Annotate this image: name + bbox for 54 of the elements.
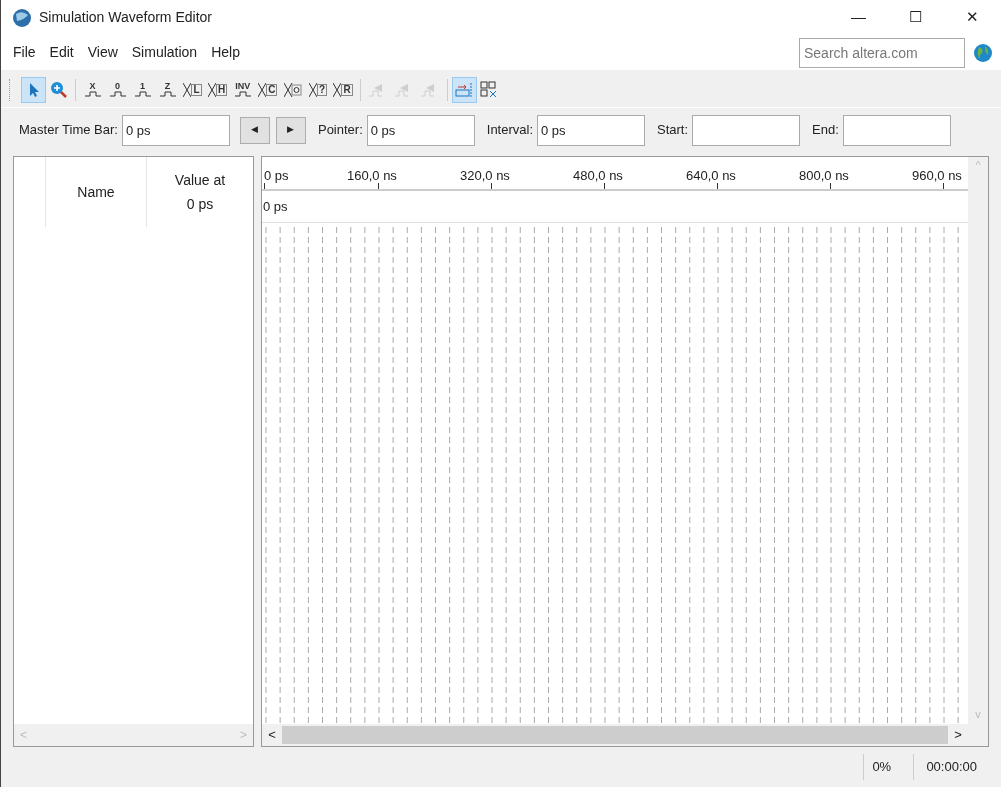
column-header[interactable]: Value at 0 ps [147, 157, 253, 227]
toolbar-button[interactable]: 1 [130, 76, 155, 103]
toolbar-button[interactable] [21, 76, 46, 103]
ruler-label: 0 ps [264, 167, 289, 185]
toolbar-button[interactable]: Z [155, 76, 180, 103]
search-field[interactable]: Search altera.com [799, 37, 965, 68]
progress-text: 0% [863, 754, 914, 780]
field-label: Pointer: [317, 121, 363, 140]
time-field[interactable]: 0 ps [366, 114, 475, 146]
scroll-left-arrow[interactable]: < [262, 725, 282, 745]
toolbar-button[interactable]: ? [305, 76, 331, 103]
menu-item[interactable]: File [6, 42, 43, 63]
ruler-label: 320,0 ns [460, 167, 510, 185]
field-label: Start: [657, 121, 689, 140]
next-transition-button[interactable]: ▶ [275, 116, 306, 144]
ruler-label: 640,0 ns [686, 167, 736, 185]
toolbar-button[interactable]: R [330, 76, 356, 103]
cursor-time-label: 0 ps [263, 197, 288, 216]
field-label: Master Time Bar: [19, 121, 118, 140]
time-field[interactable]: 0 ps [121, 114, 230, 146]
snap-to-grid-icon [455, 81, 474, 98]
globe-app-icon [12, 7, 32, 28]
zoom-icon [49, 80, 68, 99]
toolbar-button[interactable]: X [80, 76, 105, 103]
toolbar-button[interactable]: 0 [105, 76, 130, 103]
ruler-label: 160,0 ns [347, 167, 397, 185]
time-field[interactable] [692, 114, 801, 146]
previous-transition-button[interactable]: ◀ [239, 116, 270, 144]
ruler-label: 800,0 ns [799, 167, 849, 185]
ruler-label: 960,0 ns [912, 167, 962, 185]
time-field[interactable]: 0 ps [537, 114, 646, 146]
window-title: Simulation Waveform Editor [39, 8, 212, 27]
scrollbar-thumb[interactable] [282, 726, 948, 744]
field-label: Interval: [486, 121, 534, 140]
toolbar-button[interactable]: C [255, 76, 281, 103]
menu-item[interactable]: Help [204, 42, 247, 63]
time-field[interactable] [842, 114, 951, 146]
menu-item[interactable]: Edit [42, 42, 81, 63]
scroll-right-arrow[interactable]: > [948, 725, 968, 745]
ruler-label: 480,0 ns [573, 167, 623, 185]
field-label: End: [812, 121, 839, 140]
toolbar-button[interactable]: H [205, 76, 231, 103]
minimize-button[interactable]: — [830, 0, 887, 35]
menu-item[interactable]: View [80, 42, 125, 63]
grid-icon [480, 80, 499, 99]
column-header[interactable]: Name [46, 157, 147, 227]
menu-item[interactable]: Simulation [124, 42, 205, 63]
globe-icon[interactable] [973, 42, 993, 63]
maximize-button[interactable]: ☐ [887, 0, 944, 35]
close-button[interactable]: ✕ [944, 0, 1001, 35]
toolbar-button[interactable]: L [180, 76, 205, 103]
elapsed-time: 00:00:00 [913, 754, 1001, 780]
toolbar-button[interactable]: INV [230, 76, 256, 103]
count-value-icon [283, 81, 302, 98]
